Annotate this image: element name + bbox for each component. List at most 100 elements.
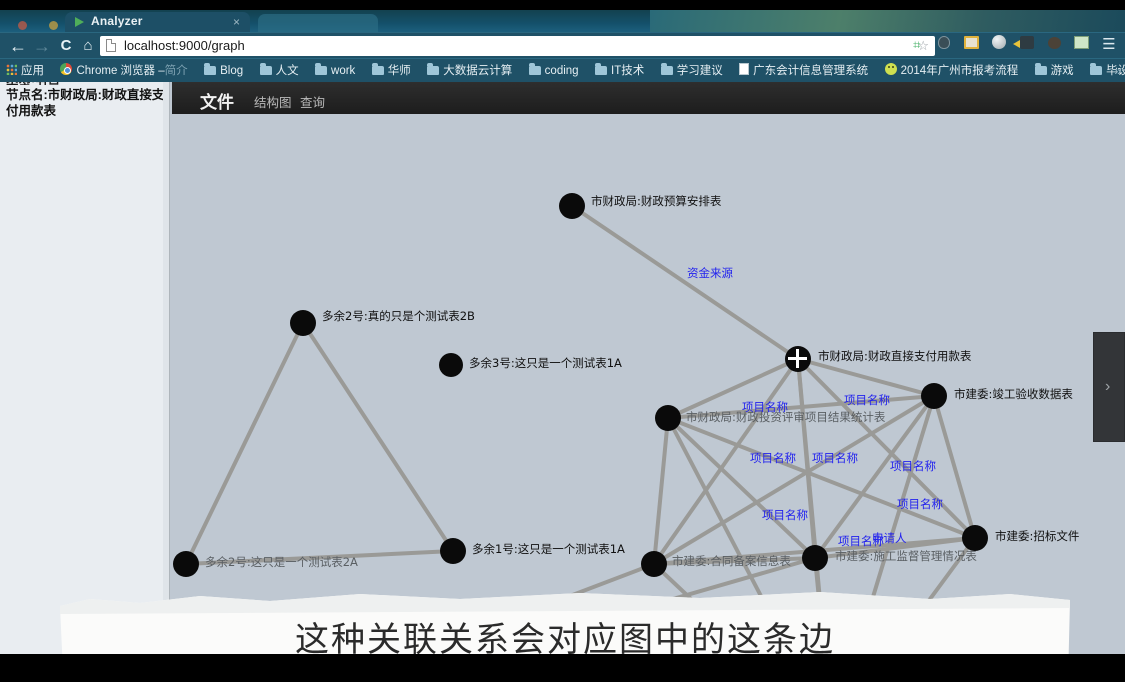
folder-icon xyxy=(1034,63,1047,75)
info-sidebar: 类型:节点 节点名:市财政局:财政直接支付用款表 xyxy=(0,82,170,654)
desktop-wallpaper xyxy=(650,10,1125,32)
chevron-right-icon[interactable]: › xyxy=(1105,378,1110,396)
graph-edge[interactable] xyxy=(301,321,455,553)
extension-book-icon[interactable] xyxy=(962,35,982,55)
extensions-row: ⌗ ☰ xyxy=(904,35,1119,57)
bookmark-label: 华师 xyxy=(387,65,411,77)
graph-edge[interactable] xyxy=(652,416,670,566)
extension-green-icon[interactable]: ⌗ xyxy=(907,35,927,55)
bookmark-item[interactable]: work xyxy=(309,59,361,82)
bookmark-item[interactable]: 学习建议 xyxy=(655,59,729,82)
app-navbar: 文件 结构图 查询 xyxy=(172,82,1125,114)
graph-node[interactable] xyxy=(655,405,681,431)
bookmark-label: 广东会计信息管理系统 xyxy=(753,65,869,77)
sidebar-type-line: 类型:节点 xyxy=(6,82,165,85)
graph-edge[interactable] xyxy=(212,562,656,654)
graph-edge-label: 项目名称 xyxy=(762,508,808,522)
bookmark-item[interactable]: Chrome 浏览器 –简介 xyxy=(54,59,193,82)
bookmark-item[interactable]: coding xyxy=(523,59,585,82)
apps-grid-icon xyxy=(6,64,17,75)
graph-edge-label: 项目名称 xyxy=(750,451,796,465)
bookmark-item[interactable]: Blog xyxy=(198,59,249,82)
graph-edge-label: 项目名称 xyxy=(890,459,936,473)
graph-edge[interactable] xyxy=(184,321,305,566)
graph-edge[interactable] xyxy=(832,536,977,654)
graph-edge[interactable] xyxy=(212,556,817,654)
menu-icon[interactable]: ☰ xyxy=(1099,35,1119,55)
app-brand[interactable]: 文件 xyxy=(200,88,234,113)
bookmark-item[interactable]: 人文 xyxy=(254,59,305,82)
tab-title: Analyzer xyxy=(91,14,143,28)
forward-icon[interactable]: → xyxy=(32,36,52,56)
sidebar-scrollbar[interactable] xyxy=(163,82,169,654)
bookmark-label: 学习建议 xyxy=(676,65,723,77)
bookmark-label-dim: 简介 xyxy=(164,65,188,77)
folder-icon xyxy=(427,63,440,75)
graph-edge[interactable] xyxy=(570,204,800,361)
folder-icon xyxy=(528,63,541,75)
letterbox-top xyxy=(0,0,1125,10)
reload-icon[interactable]: C xyxy=(56,36,76,56)
folder-icon xyxy=(595,63,608,75)
page-info-icon xyxy=(106,39,116,52)
graph-canvas[interactable]: 资金来源 项目名称 项目名称 项目名称 项目名称 项目名称 项目名称 项目名称 项目名称 申请人 … xyxy=(172,114,1125,654)
address-bar[interactable]: localhost:9000/graph ☆ xyxy=(100,36,935,56)
bookmark-label: 应用 xyxy=(21,65,44,77)
graph-node[interactable] xyxy=(785,346,811,372)
folder-icon xyxy=(204,63,217,75)
nav-link-query[interactable]: 查询 xyxy=(300,92,325,111)
tab-favicon xyxy=(75,17,84,27)
graph-svg: 资金来源项目名称项目名称项目名称项目名称项目名称项目名称项目名称项目名称申请人 xyxy=(173,193,988,654)
extension-bug-icon[interactable] xyxy=(934,35,954,55)
extension-map-icon[interactable] xyxy=(1072,35,1092,55)
back-icon[interactable]: ← xyxy=(8,36,28,56)
right-collapsed-panel[interactable]: › xyxy=(1093,332,1125,442)
extension-dark-icon[interactable] xyxy=(1044,35,1064,55)
close-icon[interactable]: × xyxy=(233,15,240,29)
extension-globe-icon[interactable] xyxy=(989,35,1009,55)
graph-node[interactable] xyxy=(440,538,466,564)
bookmark-label: work xyxy=(331,65,356,77)
bookmark-item[interactable]: 广东会计信息管理系统 xyxy=(733,59,874,82)
bookmark-label: 2014年广州市报考流程 xyxy=(900,65,1019,77)
graph-node[interactable] xyxy=(439,353,463,377)
graph-node[interactable] xyxy=(921,383,947,409)
bookmark-label: 游戏 xyxy=(1050,65,1074,77)
bookmark-item[interactable]: 游戏 xyxy=(1029,59,1080,82)
graph-node[interactable] xyxy=(559,193,585,219)
bookmark-label: 大数据云计算 xyxy=(443,65,513,77)
graph-edge[interactable] xyxy=(813,556,832,654)
graph-edge[interactable] xyxy=(184,549,455,566)
graph-edge-label: 项目名称 xyxy=(897,497,943,511)
bookmark-overflow-icon[interactable]: » xyxy=(1114,59,1121,82)
graph-node[interactable] xyxy=(802,545,828,571)
folder-icon xyxy=(1090,63,1103,75)
bookmark-label: Chrome 浏览器 – xyxy=(76,65,165,77)
bookmark-label: 人文 xyxy=(275,65,299,77)
smiley-icon xyxy=(884,63,897,75)
browser-tab-secondary[interactable] xyxy=(258,14,378,32)
browser-window: Analyzer × ← → C ⌂ localhost:9000/graph … xyxy=(0,10,1125,82)
graph-edge-label: 资金来源 xyxy=(687,266,733,280)
graph-node[interactable] xyxy=(641,551,667,577)
folder-icon xyxy=(259,63,272,75)
bookmark-item[interactable]: 华师 xyxy=(366,59,417,82)
sidebar-nodename-line: 节点名:市财政局:财政直接支付用款表 xyxy=(6,88,165,118)
browser-tab-active[interactable]: Analyzer × xyxy=(65,12,250,32)
desktop-strip: Analyzer × xyxy=(0,10,1125,32)
web-page: 类型:节点 节点名:市财政局:财政直接支付用款表 文件 结构图 查询 资金来源项… xyxy=(0,82,1125,654)
graph-edge-label: 项目名称 xyxy=(844,393,890,407)
bookmark-item[interactable]: 2014年广州市报考流程 xyxy=(879,59,1025,82)
bookmarks-bar: 应用 Chrome 浏览器 –简介 Blog 人文 work 华师 大数据云计算… xyxy=(0,58,1125,82)
graph-node[interactable] xyxy=(173,551,199,577)
graph-node[interactable] xyxy=(962,525,988,551)
folder-icon xyxy=(315,63,328,75)
bookmark-item[interactable]: 大数据云计算 xyxy=(421,59,518,82)
home-icon[interactable]: ⌂ xyxy=(78,36,98,56)
bookmark-label: Blog xyxy=(220,65,244,77)
bookmark-item[interactable]: IT技术 xyxy=(589,59,650,82)
bookmark-item[interactable]: 应用 xyxy=(0,59,50,82)
nav-link-structure[interactable]: 结构图 xyxy=(254,92,292,111)
graph-node[interactable] xyxy=(290,310,316,336)
extension-download-icon[interactable] xyxy=(1012,35,1037,55)
